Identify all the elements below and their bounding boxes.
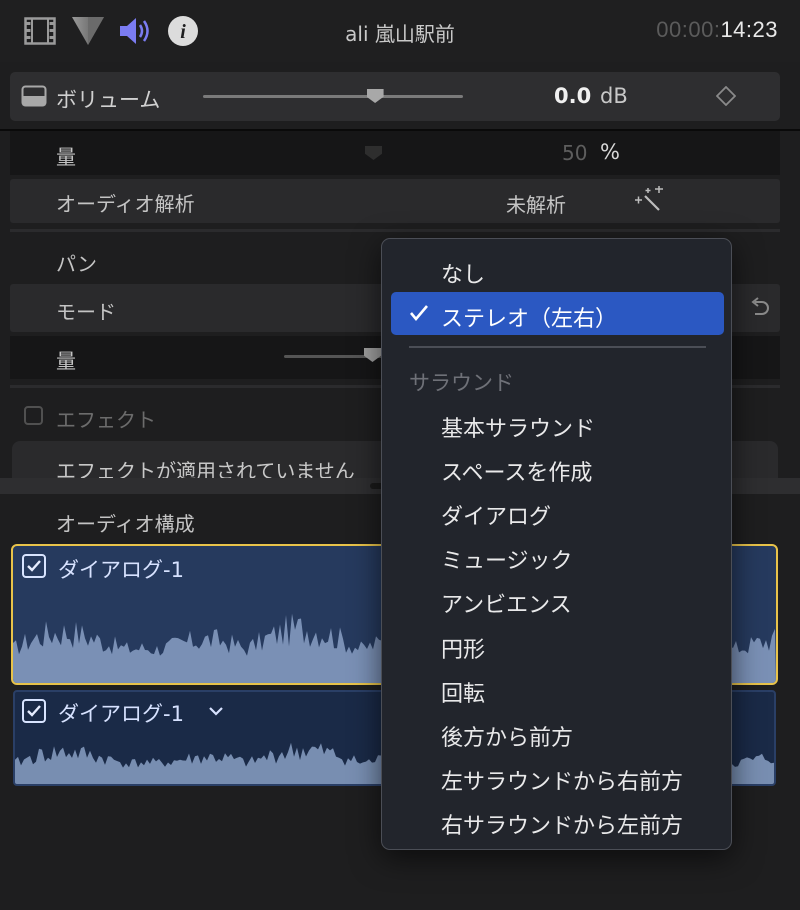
effects-checkbox[interactable]: [24, 406, 43, 425]
menu-item-create-space[interactable]: スペースを作成: [441, 455, 592, 487]
magic-wand-icon[interactable]: [633, 186, 667, 219]
timecode: 00:00:14:23: [656, 17, 778, 42]
amount-value[interactable]: 50: [562, 141, 587, 165]
volume-label: ボリューム: [56, 88, 161, 112]
analysis-status: 未解析: [506, 193, 566, 217]
menu-item-right-surround-to-left-front[interactable]: 右サラウンドから左前方: [441, 808, 683, 840]
volume-slider-track[interactable]: [203, 95, 463, 98]
menu-item-basic-surround[interactable]: 基本サラウンド: [441, 411, 595, 443]
keyframe-icon[interactable]: [715, 85, 737, 111]
menu-item-dialogue[interactable]: ダイアログ: [441, 499, 551, 531]
lane-name: ダイアログ-1: [58, 558, 184, 582]
amount-label: 量: [56, 145, 76, 169]
lane-name: ダイアログ-1: [58, 702, 184, 726]
menu-item-none[interactable]: なし: [441, 257, 485, 289]
pan-mode-menu: なし ステレオ（左右） サラウンド 基本サラウンド スペースを作成 ダイアログ …: [381, 238, 732, 850]
lane-checkbox[interactable]: [22, 554, 46, 578]
chevron-down-icon[interactable]: [206, 702, 226, 724]
volume-section-icon[interactable]: [21, 85, 47, 112]
pan-mode-label: モード: [56, 300, 116, 324]
menu-item-rotate[interactable]: 回転: [441, 676, 485, 708]
audio-config-label: オーディオ構成: [56, 512, 195, 536]
volume-value[interactable]: 0.0: [554, 84, 591, 108]
pan-amount-label: 量: [56, 349, 76, 373]
amount-unit: %: [600, 140, 620, 164]
separator: [10, 229, 780, 232]
volume-unit: dB: [600, 84, 628, 108]
effects-label: エフェクト: [56, 408, 156, 432]
menu-separator: [409, 346, 706, 348]
reset-icon[interactable]: [747, 296, 771, 325]
analysis-label: オーディオ解析: [56, 192, 195, 216]
menu-item-back-to-front[interactable]: 後方から前方: [441, 720, 573, 752]
menu-item-left-surround-to-right-front[interactable]: 左サラウンドから右前方: [441, 764, 683, 796]
amount-row: [10, 131, 780, 175]
menu-item-stereo[interactable]: ステレオ（左右）: [441, 301, 617, 333]
menu-item-music[interactable]: ミュージック: [441, 543, 573, 575]
lane-checkbox[interactable]: [22, 699, 46, 723]
menu-section-surround: サラウンド: [409, 371, 514, 395]
checkmark-icon: [409, 304, 429, 327]
menu-item-ambience[interactable]: アンビエンス: [441, 587, 572, 619]
pan-label: パン: [56, 252, 97, 276]
menu-item-circle[interactable]: 円形: [441, 632, 485, 664]
